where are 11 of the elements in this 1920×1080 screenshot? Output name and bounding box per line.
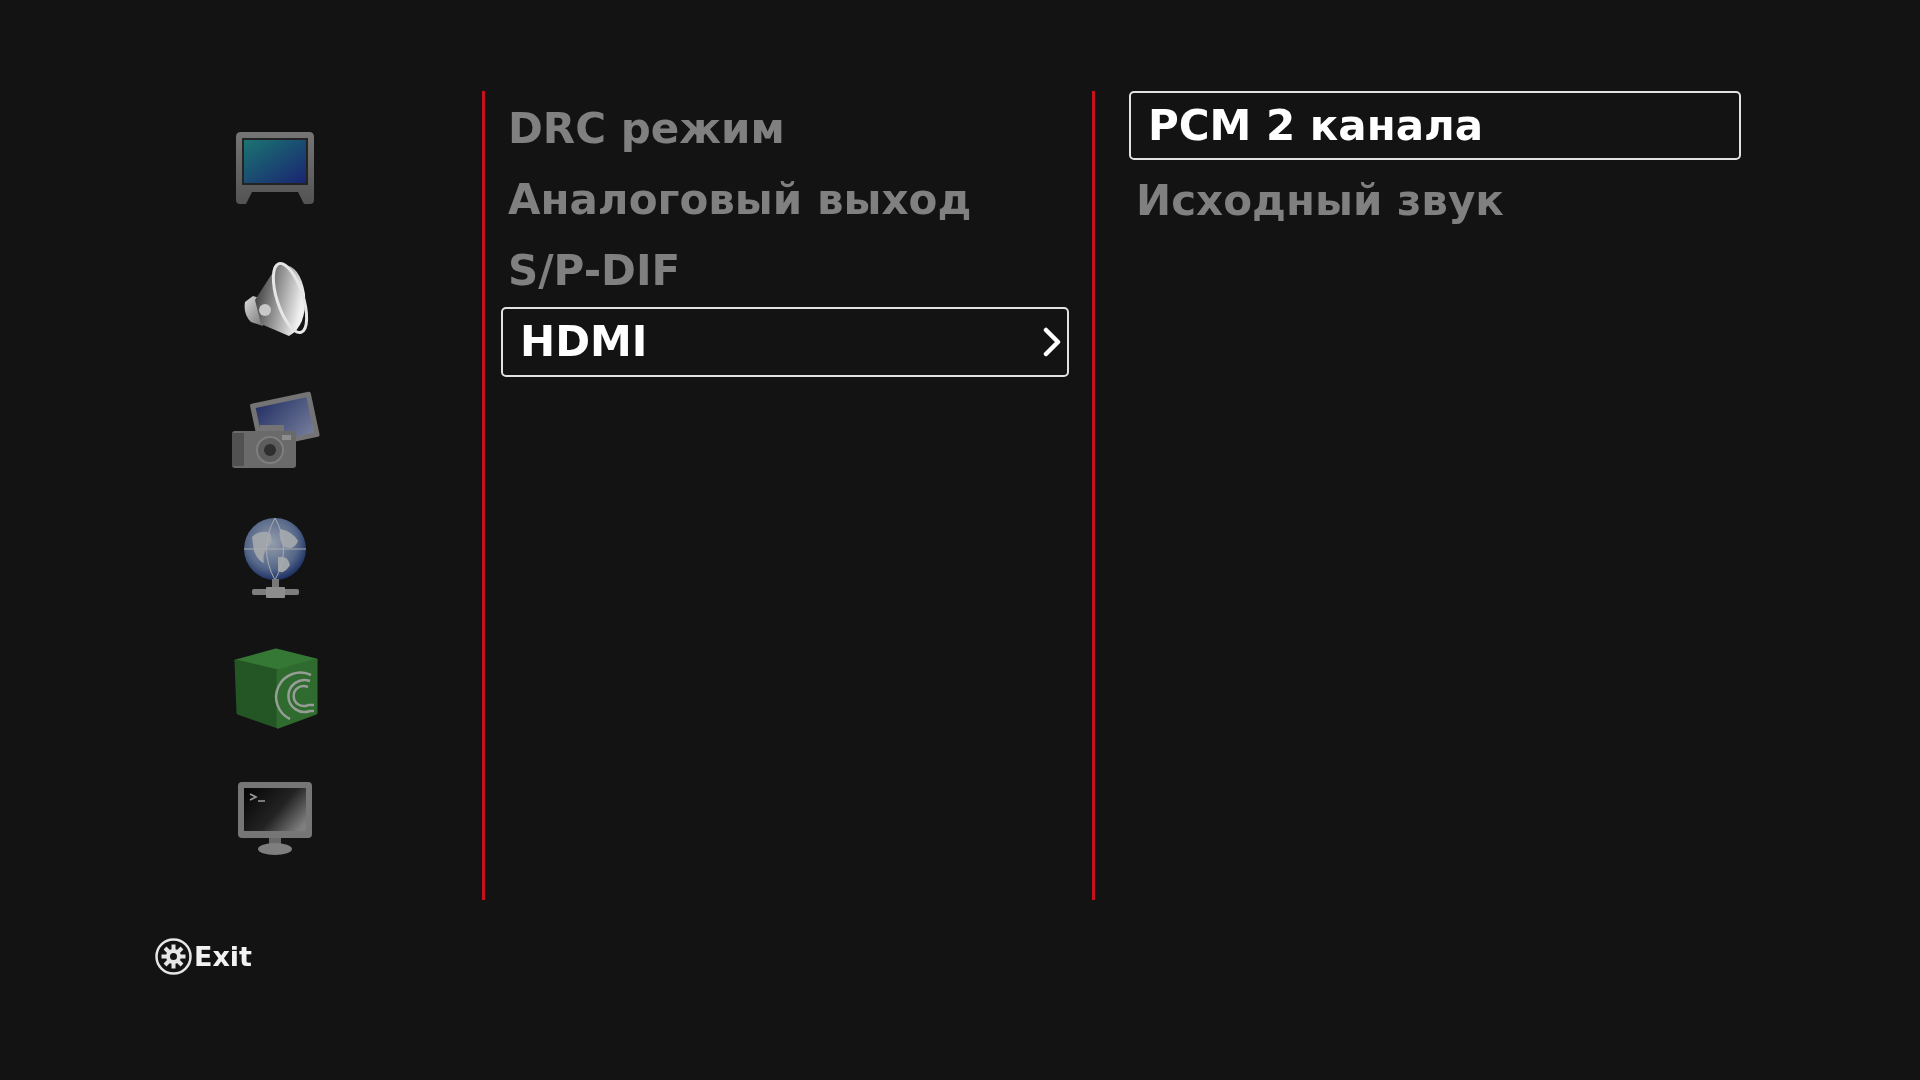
menu-item[interactable]: HDMI <box>501 307 1069 377</box>
option-item[interactable]: Исходный звук <box>1129 166 1741 235</box>
cube-icon[interactable] <box>232 646 318 730</box>
menu-item[interactable]: DRC режим <box>501 94 1069 164</box>
tv-icon[interactable] <box>236 132 314 204</box>
exit-hint: Exit <box>194 943 253 970</box>
terminal-icon[interactable] <box>238 781 312 855</box>
option-item[interactable]: PCM 2 канала <box>1129 91 1741 160</box>
menu-item[interactable]: S/P-DIF <box>501 236 1069 306</box>
menu-item[interactable]: Аналоговый выход <box>501 165 1069 235</box>
gear-icon <box>155 938 192 975</box>
